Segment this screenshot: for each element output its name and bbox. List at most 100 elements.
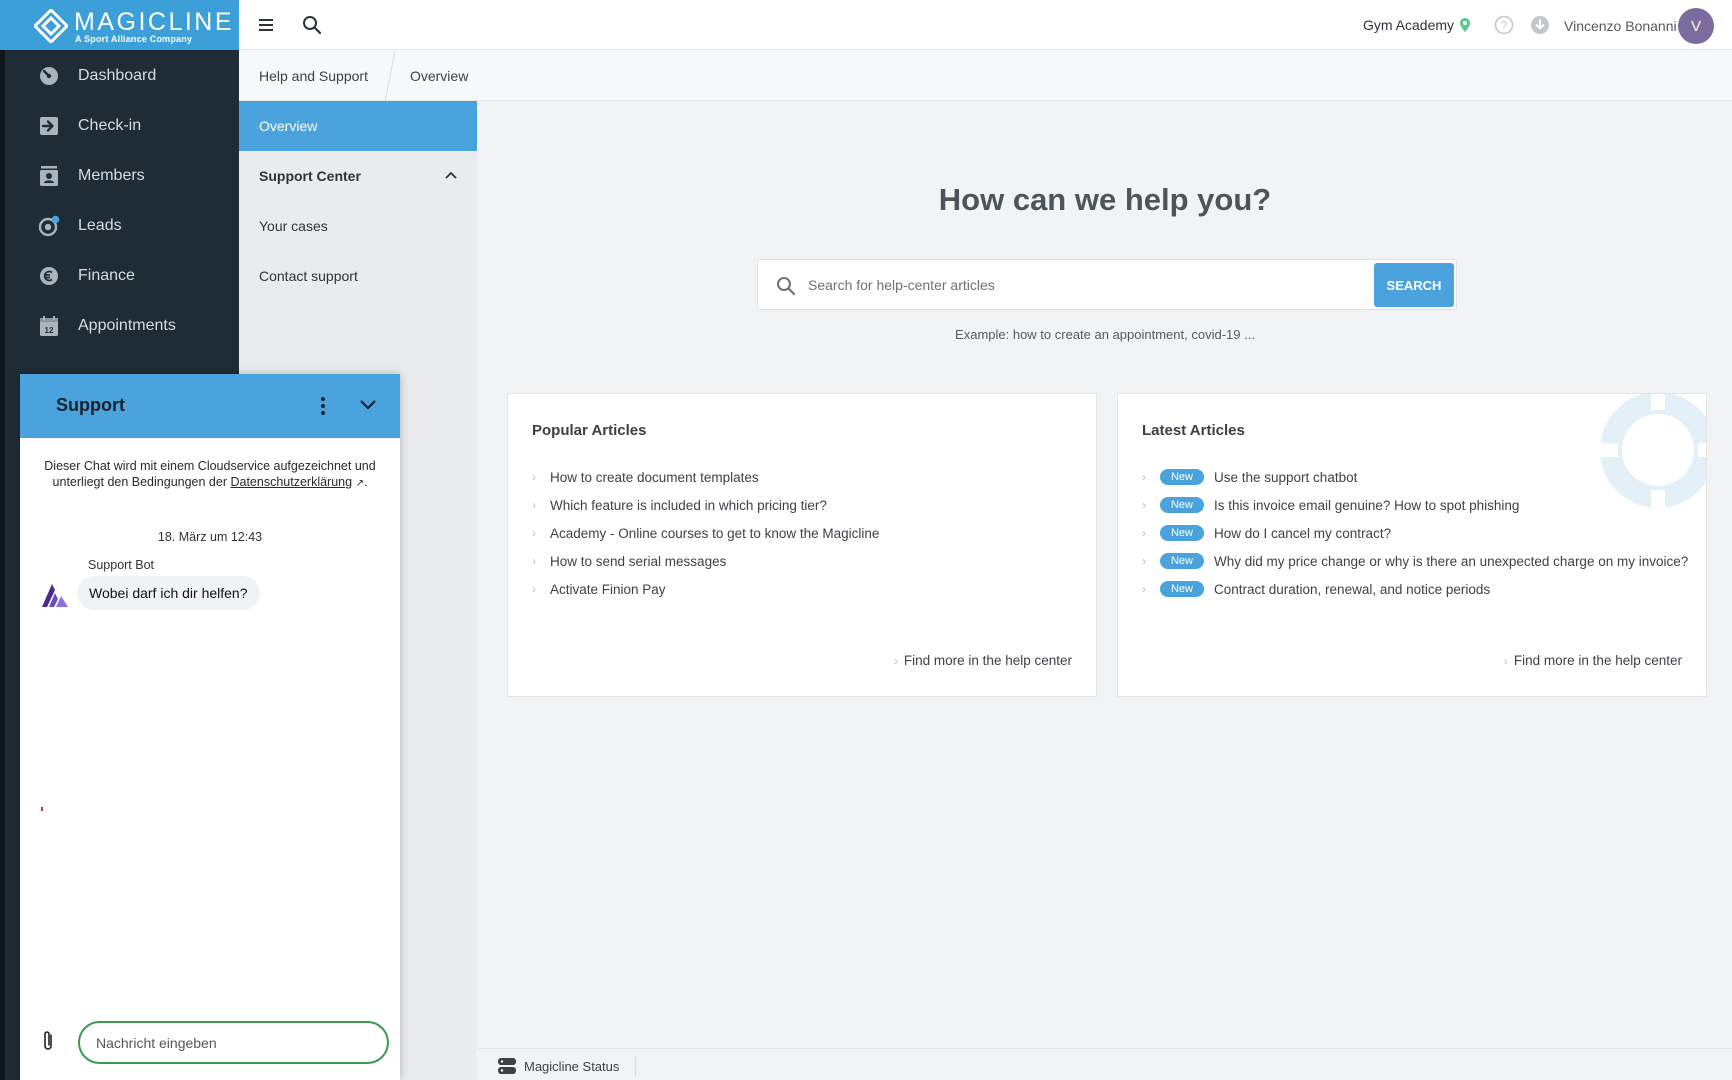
more-options-icon[interactable] (320, 396, 326, 416)
paperclip-icon[interactable] (42, 1029, 54, 1053)
chat-message-input[interactable] (78, 1021, 389, 1064)
svg-text:?: ? (1501, 19, 1508, 33)
article-title: How to create document templates (550, 469, 759, 485)
chevron-right-icon: › (532, 498, 536, 512)
article-link[interactable]: › New Contract duration, renewal, and noti… (1142, 575, 1688, 603)
submenu-label: Overview (259, 118, 318, 134)
breadcrumb-separator (384, 50, 396, 101)
nav-item-dashboard[interactable]: Dashboard (5, 51, 239, 101)
article-title: How do I cancel my contract? (1214, 525, 1392, 541)
status-label: Magicline Status (524, 1058, 620, 1074)
privacy-notice: Dieser Chat wird mit einem Cloudservice … (40, 458, 380, 492)
chevron-right-icon: › (1503, 653, 1508, 668)
chevron-right-icon: › (1142, 554, 1146, 568)
nav-label: Members (78, 167, 145, 184)
submenu-item-support-center[interactable]: Support Center (239, 151, 477, 201)
nav-item-check-in[interactable]: Check-in (5, 101, 239, 151)
svg-text:12: 12 (45, 326, 54, 335)
popular-articles-card: Popular Articles › How to create document… (507, 393, 1097, 697)
article-link[interactable]: › Academy - Online courses to get to know… (532, 519, 879, 547)
article-link[interactable]: › How to send serial messages (532, 547, 879, 575)
chevron-down-icon[interactable] (360, 400, 376, 410)
nav-item-appointments[interactable]: 12 Appointments (5, 301, 239, 351)
brand-tagline: A Sport Alliance Company (75, 34, 193, 44)
brand-logo[interactable]: MAGICLINE A Sport Alliance Company (0, 0, 239, 50)
user-avatar[interactable]: V (1678, 8, 1714, 44)
typing-indicator (41, 807, 43, 811)
search-button[interactable]: SEARCH (1374, 263, 1454, 307)
external-link-icon: ↗ (355, 478, 364, 489)
privacy-notice-tail: . (363, 475, 368, 489)
finance-icon (40, 267, 58, 285)
chevron-right-icon: › (1142, 526, 1146, 540)
article-title: Why did my price change or why is there … (1214, 553, 1689, 569)
article-link[interactable]: › How to create document templates (532, 463, 879, 491)
article-link[interactable]: › Activate Finion Pay (532, 575, 879, 603)
page-title: How can we help you? (938, 182, 1272, 217)
header-search-icon[interactable] (302, 15, 322, 35)
bot-avatar-icon (42, 584, 68, 607)
article-link[interactable]: › New How do I cancel my contract? (1142, 519, 1688, 547)
top-header: Gym Academy ? Vincenzo Bonanni V (239, 0, 1732, 50)
calendar-icon: 12 (40, 316, 58, 336)
dashboard-icon (40, 67, 58, 85)
chat-header: Support (20, 374, 400, 438)
chevron-right-icon: › (532, 526, 536, 540)
find-more-link[interactable]: › Find more in the help center (894, 653, 1072, 668)
new-badge: New (1160, 497, 1204, 513)
chat-title: Support (56, 395, 125, 415)
latest-articles-card: Latest Articles › New Use the support chat… (1117, 393, 1707, 697)
article-link[interactable]: › New Why did my price change or why is th… (1142, 547, 1688, 575)
nav-item-finance[interactable]: Finance (5, 251, 239, 301)
article-title: Academy - Online courses to get to know … (550, 525, 880, 541)
article-title: Use the support chatbot (1214, 469, 1358, 485)
help-search-input[interactable] (808, 270, 1368, 300)
nav-label: Dashboard (78, 67, 157, 84)
submenu-item-your-cases[interactable]: Your cases (239, 201, 477, 251)
find-more-label: Find more in the help center (1513, 653, 1682, 668)
logo-diamond-icon (34, 9, 68, 43)
help-icon[interactable]: ? (1494, 15, 1514, 35)
article-title: Is this invoice email genuine? How to sp… (1214, 497, 1520, 513)
download-icon[interactable] (1530, 15, 1550, 35)
new-badge: New (1160, 469, 1204, 485)
new-badge: New (1160, 581, 1204, 597)
location-pin-icon (1460, 18, 1471, 32)
submenu-item-contact-support[interactable]: Contact support (239, 251, 477, 301)
breadcrumb-page: Overview (409, 67, 469, 84)
article-link[interactable]: › Which feature is included in which pric… (532, 491, 879, 519)
find-more-link[interactable]: › Find more in the help center (1504, 653, 1682, 668)
privacy-policy-link[interactable]: Datenschutzerklärung (230, 475, 352, 489)
chevron-right-icon: › (532, 582, 536, 596)
submenu-item-overview[interactable]: Overview (239, 101, 477, 151)
breadcrumb: Help and Support Overview (239, 50, 1732, 101)
article-link[interactable]: › New Is this invoice email genuine? How t… (1142, 491, 1688, 519)
chevron-up-icon (445, 171, 457, 179)
breadcrumb-section[interactable]: Help and Support (259, 68, 368, 84)
chat-date: 18. März um 12:43 (157, 530, 263, 544)
user-name[interactable]: Vincenzo Bonanni (1564, 18, 1677, 34)
nav-item-members[interactable]: Members (5, 151, 239, 201)
card-title: Popular Articles (532, 422, 647, 439)
magicline-status-link[interactable]: Magicline Status (498, 1056, 637, 1076)
studio-name: Gym Academy (1363, 17, 1455, 33)
chevron-right-icon: › (1142, 470, 1146, 484)
search-icon (777, 277, 796, 296)
submenu-label: Your cases (259, 218, 328, 234)
chevron-right-icon: › (1142, 582, 1146, 596)
nav-label: Check-in (78, 117, 142, 134)
nav-item-leads[interactable]: Leads (5, 201, 239, 251)
check-in-icon (40, 117, 58, 135)
studio-selector[interactable]: Gym Academy (1363, 17, 1471, 33)
help-search-box: SEARCH (757, 259, 1457, 310)
latest-articles-list: › New Use the support chatbot › New Is this … (1142, 463, 1688, 603)
article-link[interactable]: › New Use the support chatbot (1142, 463, 1688, 491)
chevron-right-icon: › (532, 554, 536, 568)
bot-name: Support Bot (88, 558, 155, 572)
article-title: Contract duration, renewal, and notice p… (1214, 581, 1491, 597)
nav-label: Leads (78, 217, 122, 234)
hamburger-menu-icon[interactable] (259, 17, 273, 33)
nav-label: Finance (78, 267, 135, 284)
nav-label: Appointments (78, 317, 176, 334)
footer-bar: Magicline Status (478, 1048, 1732, 1080)
